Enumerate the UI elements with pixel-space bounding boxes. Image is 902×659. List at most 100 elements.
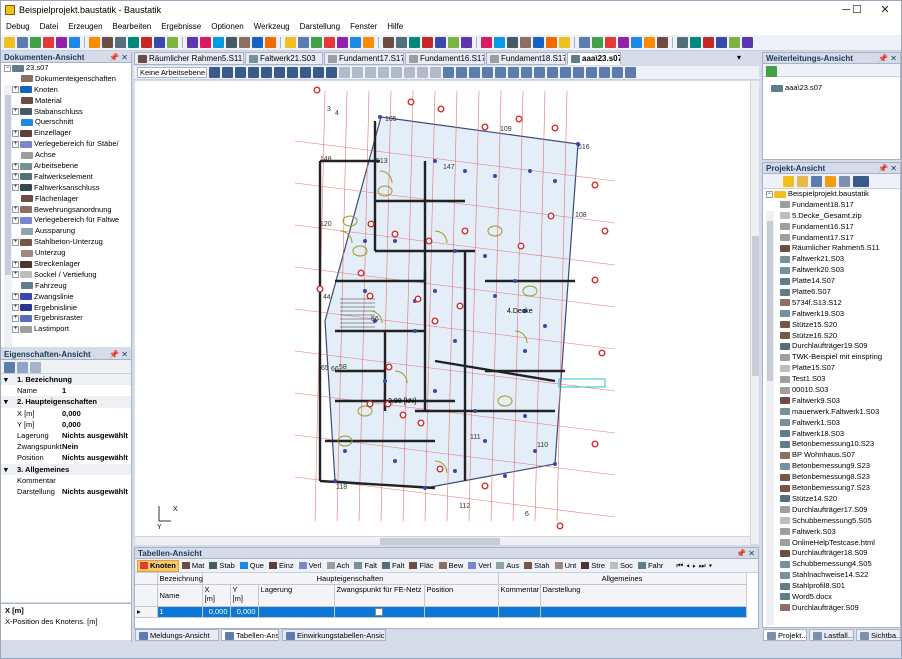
tree-item[interactable]: + Streckenlager	[4, 259, 131, 270]
table-tab[interactable]: Verl	[297, 560, 324, 572]
table-tab[interactable]: Ach	[325, 560, 352, 572]
copy-icon[interactable]	[811, 176, 822, 187]
project-tree-scrollbar[interactable]	[766, 210, 774, 625]
project-item[interactable]: Schubbemessung4.S05	[780, 559, 900, 570]
project-root[interactable]: − Beispielprojekt.baustatik	[766, 189, 900, 200]
project-item[interactable]: Word5.docx	[780, 592, 900, 603]
project-item[interactable]: Fundament17.S17	[780, 233, 900, 244]
render-icon[interactable]	[586, 67, 597, 78]
grid-icon[interactable]	[430, 67, 441, 78]
project-item[interactable]: 00010.S03	[780, 385, 900, 396]
table-tab[interactable]: Verl	[466, 560, 493, 572]
expand-icon[interactable]: +	[12, 184, 19, 192]
new-folder-icon[interactable]	[783, 176, 794, 187]
workplane-select[interactable]: Keine Arbeitsebene ▾	[137, 67, 207, 78]
node-icon[interactable]	[239, 37, 250, 48]
mesh-icon[interactable]	[311, 37, 322, 48]
text-icon[interactable]	[469, 67, 480, 78]
tree-item[interactable]: Achse	[4, 150, 131, 161]
project-item[interactable]: Faltwerk19.S03	[780, 309, 900, 320]
dimension-icon[interactable]	[396, 37, 407, 48]
table-tab[interactable]: Stab	[207, 560, 236, 572]
column-header-lagerung[interactable]: Lagerung	[258, 584, 335, 607]
table-tab[interactable]: Falt	[352, 560, 379, 572]
property-row[interactable]: Name 1	[1, 385, 131, 396]
tree-item[interactable]: + Sockel / Vertiefung	[4, 270, 131, 281]
project-item[interactable]: mauerwerk.Faltwerk1.S03	[780, 407, 900, 418]
table-tab[interactable]: Unt	[553, 560, 579, 572]
table-tab[interactable]: Aus	[494, 560, 521, 572]
property-value[interactable]: Nichts ausgewählt	[62, 430, 128, 441]
cell-y[interactable]: 0,000	[230, 606, 259, 618]
offset-icon[interactable]	[690, 37, 701, 48]
tree-item[interactable]: + Ergebnisraster	[4, 313, 131, 324]
beam-icon[interactable]	[252, 37, 263, 48]
project-item[interactable]: Schubbemessung5.S05	[780, 516, 900, 527]
tree-item[interactable]: + Stabanschluss	[4, 107, 131, 118]
extend-icon[interactable]	[716, 37, 727, 48]
play-icon[interactable]	[391, 67, 402, 78]
camera-icon[interactable]	[547, 67, 558, 78]
project-item[interactable]: BP Wohnhaus.S07	[780, 450, 900, 461]
undo-icon[interactable]	[154, 37, 165, 48]
menu-fenster[interactable]: Fenster	[345, 20, 382, 33]
pin-icon[interactable]: 📌 ✕	[109, 53, 128, 62]
plate-icon[interactable]	[265, 37, 276, 48]
forwarding-item[interactable]: aaa\23.s07	[763, 77, 900, 92]
menu-datei[interactable]: Datei	[35, 20, 64, 33]
project-item[interactable]: Räumlicher Rahmen5.S11	[780, 243, 900, 254]
help-icon[interactable]	[520, 37, 531, 48]
measure-icon[interactable]	[383, 37, 394, 48]
3d-icon[interactable]	[481, 37, 492, 48]
document-tab[interactable]: aaa\23.s07	[567, 52, 621, 65]
canvas-horizontal-scrollbar[interactable]	[135, 536, 750, 545]
lock-icon[interactable]	[534, 67, 545, 78]
collapse-icon[interactable]: ▾	[4, 464, 8, 475]
property-row[interactable]: Kommentar	[1, 475, 131, 486]
zoom-window-icon[interactable]	[248, 67, 259, 78]
project-item[interactable]: Faltwerk21.S03	[780, 254, 900, 265]
zoom-all-icon[interactable]	[274, 67, 285, 78]
document-tab[interactable]: Fundament16.S17	[405, 52, 485, 65]
expand-icon[interactable]: +	[12, 315, 19, 322]
rotate-icon[interactable]	[213, 37, 224, 48]
expand-icon[interactable]: +	[12, 260, 19, 268]
project-item[interactable]: Durchlaufträger19.S09	[780, 341, 900, 352]
layer-icon[interactable]	[363, 37, 374, 48]
tree-item[interactable]: + Verlegebereich für Faltwe	[4, 215, 131, 226]
collapse-icon[interactable]: ▾	[4, 396, 8, 407]
project-item[interactable]: Durchlaufträger18.S09	[780, 548, 900, 559]
zoom-in-icon[interactable]	[222, 67, 233, 78]
redo-icon[interactable]	[167, 37, 178, 48]
zoom-out-icon[interactable]	[235, 67, 246, 78]
cell-lagerung[interactable]	[258, 606, 335, 618]
project-item[interactable]: Stütze15.S20	[780, 320, 900, 331]
paste-icon[interactable]	[128, 37, 139, 48]
menu-bearbeiten[interactable]: Bearbeiten	[108, 20, 157, 33]
column-header-position[interactable]: Position	[424, 584, 499, 607]
export-icon[interactable]	[508, 67, 519, 78]
project-item[interactable]: Stütze16.S20	[780, 331, 900, 342]
cell-position[interactable]	[424, 606, 499, 618]
view-iso-icon[interactable]	[352, 67, 363, 78]
expand-icon[interactable]: +	[12, 129, 19, 137]
cell-darstellung[interactable]	[540, 606, 747, 618]
preview-icon[interactable]	[69, 37, 80, 48]
mirror-icon[interactable]	[657, 37, 668, 48]
project-item[interactable]: Betonbemessung9.S23	[780, 461, 900, 472]
export-pdf-icon[interactable]	[89, 37, 100, 48]
tree-item[interactable]: + Faltwerkselement	[4, 172, 131, 183]
cell-x[interactable]: 0,000	[202, 606, 231, 618]
document-tree-scrollbar[interactable]	[4, 84, 12, 347]
pin-icon[interactable]: 📌 ✕	[736, 549, 755, 558]
project-item[interactable]: Durchlaufträger.S09	[780, 603, 900, 614]
table-tab[interactable]: Einz	[267, 560, 296, 572]
property-category[interactable]: ▾ 2. Haupteigenschaften	[1, 396, 131, 408]
info-icon[interactable]	[546, 37, 557, 48]
project-bottom-tab[interactable]: Lastfall...	[809, 629, 854, 641]
load-icon[interactable]	[298, 37, 309, 48]
tab-list-icon[interactable]: ▾	[737, 53, 741, 62]
zoom-icon[interactable]	[200, 37, 211, 48]
copy-icon[interactable]	[115, 37, 126, 48]
expand-icon[interactable]: +	[12, 216, 19, 224]
